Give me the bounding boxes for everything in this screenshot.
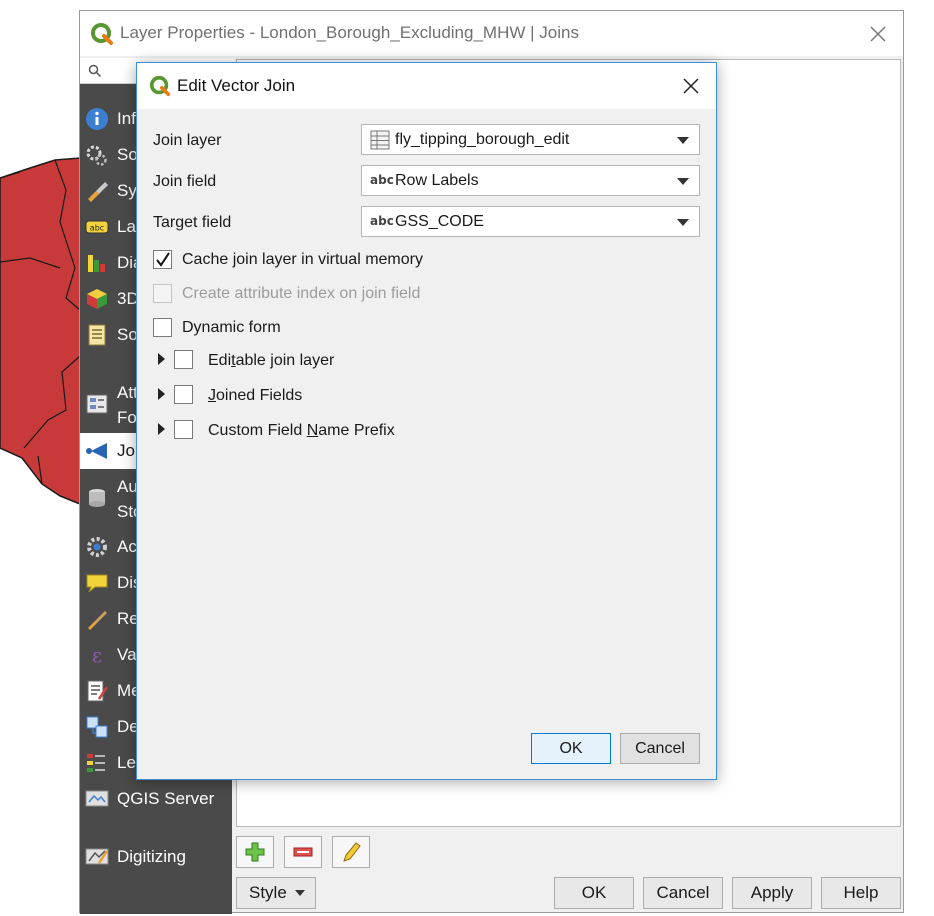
target-field-label: Target field	[153, 214, 232, 231]
cancel-button[interactable]: Cancel	[643, 877, 723, 909]
join-field-label: Join field	[153, 173, 217, 190]
sidebar-item-label: Inf	[117, 109, 136, 128]
text-field-icon: abc	[370, 214, 394, 228]
digitizing-icon	[85, 848, 109, 865]
actions-icon	[87, 537, 107, 557]
chevron-down-icon	[295, 890, 305, 896]
display-icon	[86, 574, 108, 593]
window-title: Layer Properties - London_Borough_Exclud…	[120, 23, 579, 42]
dependencies-icon	[86, 716, 108, 738]
editable-join-layer-label: Editable join layer	[208, 352, 335, 369]
style-dropdown-button[interactable]: Style	[236, 877, 316, 909]
sidebar-item-label: So	[117, 145, 138, 164]
borough-polygon	[0, 157, 81, 506]
join-field-value: Row Labels	[395, 172, 479, 189]
source-icon	[86, 145, 107, 166]
style-button-label: Style	[249, 883, 287, 902]
close-icon[interactable]	[865, 21, 891, 47]
dialog-titlebar: Edit Vector Join	[137, 63, 716, 109]
joined-fields-checkbox[interactable]	[174, 385, 193, 404]
edit-vector-join-dialog: Edit Vector Join Join layer fly_tipping_…	[136, 62, 717, 780]
dialog-cancel-button[interactable]: Cancel	[620, 733, 700, 764]
checkmark-icon	[156, 252, 170, 267]
help-button[interactable]: Help	[821, 877, 901, 909]
join-field-combo[interactable]: abc Row Labels	[361, 165, 700, 196]
remove-join-button[interactable]	[284, 836, 322, 868]
expand-arrow-icon[interactable]	[158, 353, 165, 365]
metadata-icon	[87, 680, 109, 702]
create-index-checkbox[interactable]	[153, 284, 172, 303]
sidebar-item-label: Va	[117, 645, 137, 664]
sidebar-item-label: Att Fo	[117, 383, 138, 427]
auxiliary-storage-icon	[89, 489, 105, 507]
custom-prefix-checkbox[interactable]	[174, 420, 193, 439]
dynamic-form-label: Dynamic form	[182, 319, 281, 336]
sidebar-item-label: Jo	[117, 441, 135, 460]
rendering-icon	[88, 611, 107, 630]
join-layer-combo[interactable]: fly_tipping_borough_edit	[361, 124, 700, 155]
join-layer-value: fly_tipping_borough_edit	[395, 131, 570, 148]
cache-join-layer-label: Cache join layer in virtual memory	[182, 251, 423, 268]
edit-join-button[interactable]	[332, 836, 370, 868]
create-index-label: Create attribute index on join field	[182, 285, 421, 302]
svg-text:abc: abc	[90, 224, 104, 233]
window-titlebar: Layer Properties - London_Borough_Exclud…	[80, 11, 903, 56]
dynamic-form-checkbox[interactable]	[153, 318, 172, 337]
close-icon[interactable]	[680, 75, 702, 97]
table-layer-icon	[370, 130, 390, 150]
search-icon	[88, 64, 102, 78]
qgis-logo-icon	[91, 23, 113, 45]
sidebar-item-qgis-server[interactable]: QGIS Server	[80, 781, 232, 817]
sidebar-item-label: Ac	[117, 537, 137, 556]
target-field-value: GSS_CODE	[395, 213, 484, 230]
dialog-title: Edit Vector Join	[177, 76, 296, 95]
attributes-form-icon	[86, 394, 108, 414]
ok-button[interactable]: OK	[554, 877, 634, 909]
join-layer-label: Join layer	[153, 132, 222, 149]
remove-join-icon	[293, 847, 313, 857]
joined-fields-label: Joined Fields	[208, 387, 303, 404]
symbology-icon	[88, 182, 108, 202]
3d-view-icon	[87, 289, 107, 309]
target-field-combo[interactable]: abc GSS_CODE	[361, 206, 700, 237]
qgis-server-icon	[85, 790, 109, 807]
legend-icon	[87, 754, 105, 772]
chevron-down-icon	[677, 178, 689, 185]
sidebar-item-label: Digitizing	[117, 847, 186, 866]
diagrams-icon	[88, 255, 105, 272]
qgis-logo-icon	[149, 75, 171, 97]
edit-join-icon	[343, 842, 361, 862]
cache-join-layer-checkbox[interactable]	[153, 250, 172, 269]
dialog-ok-button[interactable]: OK	[531, 733, 611, 764]
expand-arrow-icon[interactable]	[158, 423, 165, 435]
text-field-icon: abc	[370, 173, 394, 187]
editable-join-layer-checkbox[interactable]	[174, 350, 193, 369]
joins-icon	[86, 443, 107, 459]
apply-button[interactable]: Apply	[732, 877, 812, 909]
source-fields-icon	[88, 324, 106, 346]
sidebar-item-digitizing[interactable]: Digitizing	[80, 839, 232, 875]
variables-icon: ε	[92, 643, 102, 667]
add-join-button[interactable]	[236, 836, 274, 868]
custom-prefix-label: Custom Field Name Prefix	[208, 422, 395, 439]
chevron-down-icon	[677, 137, 689, 144]
chevron-down-icon	[677, 219, 689, 226]
labels-icon: abc	[85, 220, 109, 234]
information-icon	[86, 108, 108, 130]
svg-text:ε: ε	[92, 643, 102, 667]
add-join-icon	[245, 842, 265, 862]
sidebar-item-label: QGIS Server	[117, 789, 215, 808]
expand-arrow-icon[interactable]	[158, 388, 165, 400]
